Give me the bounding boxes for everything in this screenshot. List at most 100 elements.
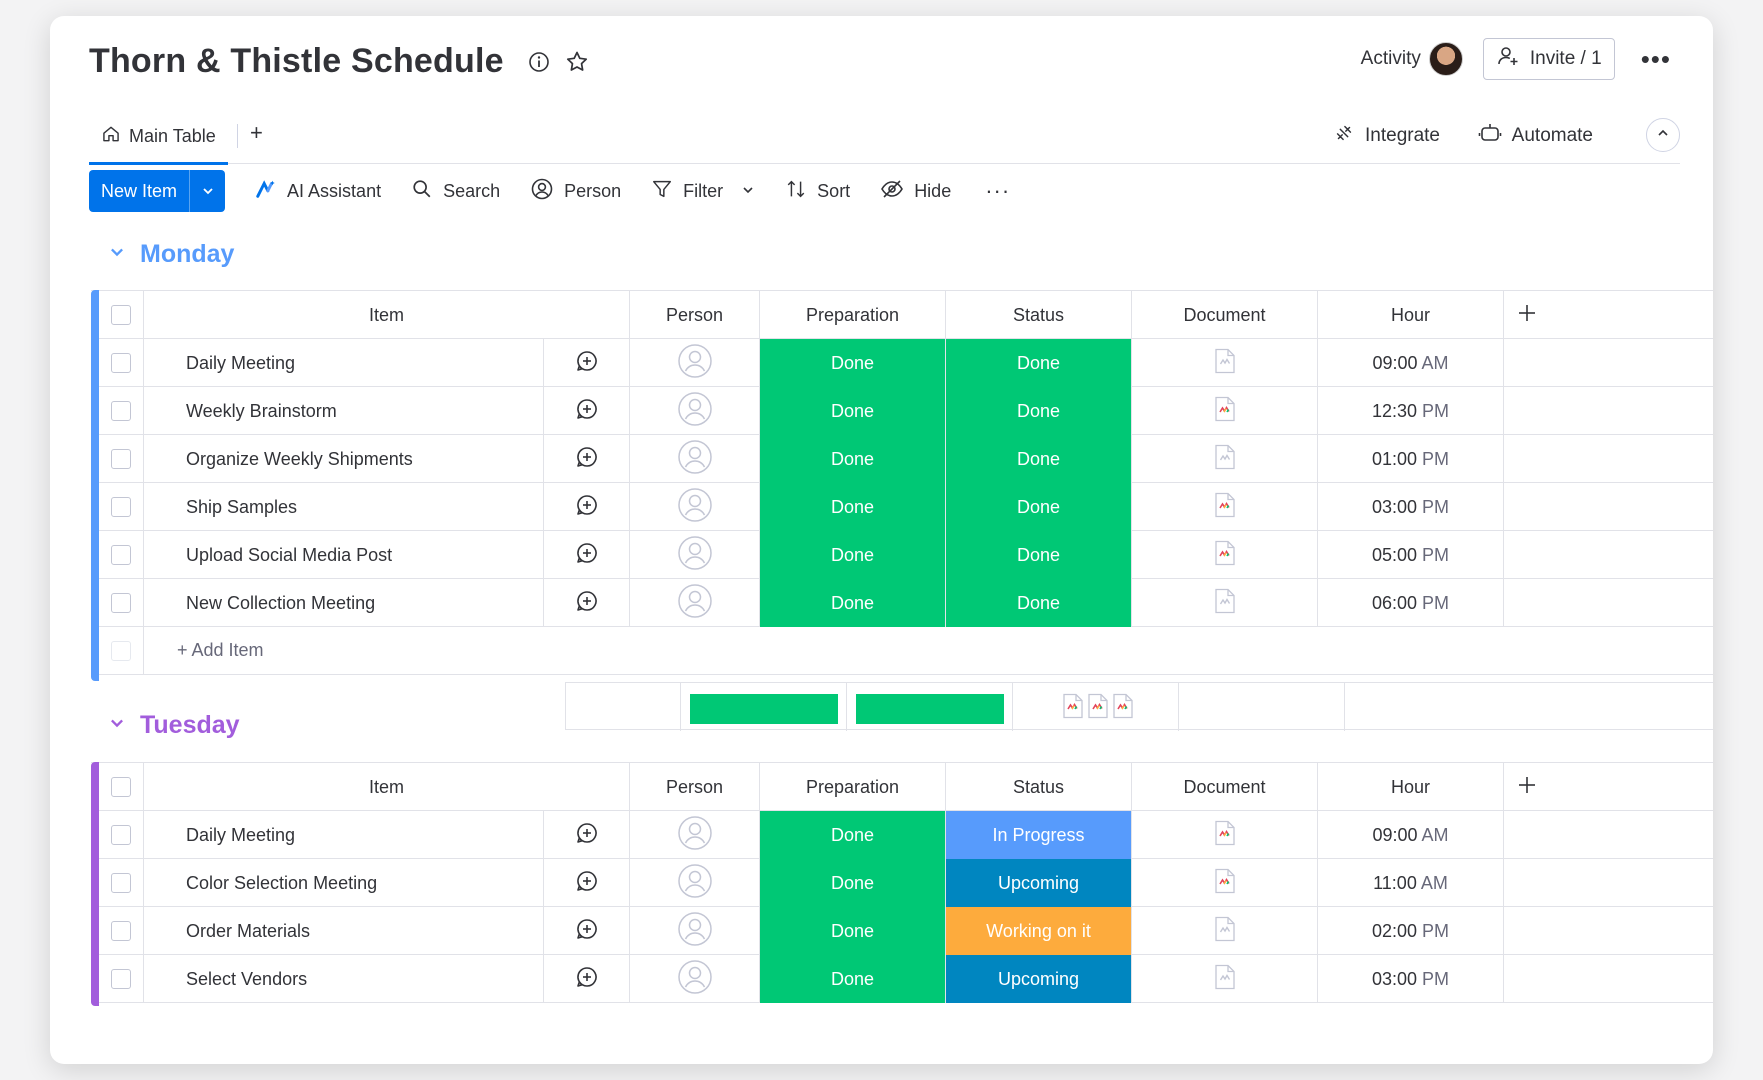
table-row[interactable]: Order Materials Done Working on it 02:00 PM — [91, 907, 1713, 955]
document-cell[interactable] — [1132, 339, 1318, 387]
add-update-icon[interactable] — [575, 965, 599, 994]
add-update-button[interactable] — [544, 579, 630, 627]
column-header-item[interactable]: Item — [144, 763, 630, 811]
add-update-button[interactable] — [544, 483, 630, 531]
chevron-down-icon[interactable] — [108, 243, 126, 266]
plus-icon[interactable] — [1516, 774, 1538, 801]
add-update-button[interactable] — [544, 907, 630, 955]
document-summary[interactable] — [1062, 693, 1134, 724]
item-name[interactable]: Daily Meeting — [186, 353, 295, 374]
column-header-status[interactable]: Status — [946, 291, 1132, 339]
person-cell[interactable] — [630, 531, 760, 579]
table-row[interactable]: Weekly Brainstorm Done Done 12:30 PM — [91, 387, 1713, 435]
document-icon[interactable] — [1214, 916, 1236, 947]
table-row[interactable]: Organize Weekly Shipments Done Done 01:00 P… — [91, 435, 1713, 483]
person-placeholder-icon[interactable] — [677, 535, 713, 576]
add-view-button[interactable]: + — [250, 120, 263, 146]
person-filter-button[interactable]: Person — [530, 177, 621, 206]
column-header-person[interactable]: Person — [630, 291, 760, 339]
person-cell[interactable] — [630, 339, 760, 387]
item-name-cell[interactable]: Weekly Brainstorm — [144, 387, 544, 435]
checkbox[interactable] — [111, 401, 131, 421]
table-row[interactable]: Daily Meeting Done Done 09:00 AM — [91, 339, 1713, 387]
add-column-button[interactable] — [1504, 763, 1713, 811]
item-name-cell[interactable]: Daily Meeting — [144, 811, 544, 859]
collapse-header-button[interactable] — [1646, 118, 1680, 152]
document-icon[interactable] — [1214, 588, 1236, 619]
checkbox[interactable] — [111, 777, 131, 797]
add-update-icon[interactable] — [575, 821, 599, 850]
document-cell[interactable] — [1132, 859, 1318, 907]
status-cell[interactable]: Done — [946, 483, 1132, 531]
row-checkbox[interactable] — [99, 339, 144, 387]
add-update-icon[interactable] — [575, 589, 599, 618]
preparation-status-cell[interactable]: Done — [760, 339, 946, 387]
new-item-button[interactable]: New Item — [89, 170, 226, 212]
status-cell[interactable]: Done — [946, 435, 1132, 483]
item-name-cell[interactable]: Organize Weekly Shipments — [144, 435, 544, 483]
sort-button[interactable]: Sort — [785, 178, 850, 205]
person-placeholder-icon[interactable] — [677, 959, 713, 1000]
table-row[interactable]: Ship Samples Done Done 03:00 PM — [91, 483, 1713, 531]
person-placeholder-icon[interactable] — [677, 815, 713, 856]
checkbox[interactable] — [111, 353, 131, 373]
item-name[interactable]: Organize Weekly Shipments — [186, 449, 413, 470]
item-name-cell[interactable]: Select Vendors — [144, 955, 544, 1003]
hour-cell[interactable]: 12:30 PM — [1318, 387, 1504, 435]
group-header-monday[interactable]: Monday — [108, 240, 234, 269]
column-header-preparation[interactable]: Preparation — [760, 763, 946, 811]
select-all-checkbox[interactable] — [99, 763, 144, 811]
person-cell[interactable] — [630, 811, 760, 859]
item-name[interactable]: Weekly Brainstorm — [186, 401, 337, 422]
integrate-button[interactable]: Integrate — [1333, 122, 1440, 150]
row-checkbox[interactable] — [99, 955, 144, 1003]
new-item-label[interactable]: New Item — [89, 170, 189, 212]
column-header-status[interactable]: Status — [946, 763, 1132, 811]
preparation-status-cell[interactable]: Done — [760, 811, 946, 859]
group-header-tuesday[interactable]: Tuesday — [108, 711, 240, 740]
add-update-button[interactable] — [544, 811, 630, 859]
document-cell[interactable] — [1132, 955, 1318, 1003]
row-checkbox[interactable] — [99, 859, 144, 907]
checkbox[interactable] — [111, 449, 131, 469]
preparation-status-cell[interactable]: Done — [760, 483, 946, 531]
hour-cell[interactable]: 11:00 AM — [1318, 859, 1504, 907]
table-row[interactable]: Upload Social Media Post Done Done 05:00 PM — [91, 531, 1713, 579]
item-name[interactable]: Order Materials — [186, 921, 310, 942]
preparation-status-cell[interactable]: Done — [760, 435, 946, 483]
add-update-icon[interactable] — [575, 397, 599, 426]
board-title[interactable]: Thorn & Thistle Schedule — [89, 42, 504, 81]
column-header-hour[interactable]: Hour — [1318, 763, 1504, 811]
group-title[interactable]: Tuesday — [140, 711, 240, 740]
status-cell[interactable]: Done — [946, 339, 1132, 387]
add-update-button[interactable] — [544, 339, 630, 387]
add-update-button[interactable] — [544, 955, 630, 1003]
add-update-icon[interactable] — [575, 541, 599, 570]
item-name-cell[interactable]: Daily Meeting — [144, 339, 544, 387]
column-header-preparation[interactable]: Preparation — [760, 291, 946, 339]
add-update-icon[interactable] — [575, 869, 599, 898]
document-icon[interactable] — [1214, 396, 1236, 427]
checkbox[interactable] — [111, 873, 131, 893]
status-cell[interactable]: Done — [946, 531, 1132, 579]
checkbox[interactable] — [111, 593, 131, 613]
add-column-button[interactable] — [1504, 291, 1713, 339]
item-name[interactable]: Select Vendors — [186, 969, 307, 990]
person-placeholder-icon[interactable] — [677, 343, 713, 384]
more-options-icon[interactable]: ••• — [1641, 46, 1671, 72]
select-all-checkbox[interactable] — [99, 291, 144, 339]
preparation-status-cell[interactable]: Done — [760, 387, 946, 435]
document-icon[interactable] — [1214, 348, 1236, 379]
hour-cell[interactable]: 03:00 PM — [1318, 955, 1504, 1003]
person-placeholder-icon[interactable] — [677, 911, 713, 952]
add-update-button[interactable] — [544, 859, 630, 907]
preparation-summary-bar[interactable] — [690, 694, 838, 724]
column-header-document[interactable]: Document — [1132, 291, 1318, 339]
hour-cell[interactable]: 03:00 PM — [1318, 483, 1504, 531]
item-name-cell[interactable]: Color Selection Meeting — [144, 859, 544, 907]
hour-cell[interactable]: 09:00 AM — [1318, 811, 1504, 859]
add-item-row[interactable]: + Add Item — [91, 627, 1713, 675]
hour-cell[interactable]: 01:00 PM — [1318, 435, 1504, 483]
automate-button[interactable]: Automate — [1478, 122, 1593, 150]
row-checkbox[interactable] — [99, 435, 144, 483]
